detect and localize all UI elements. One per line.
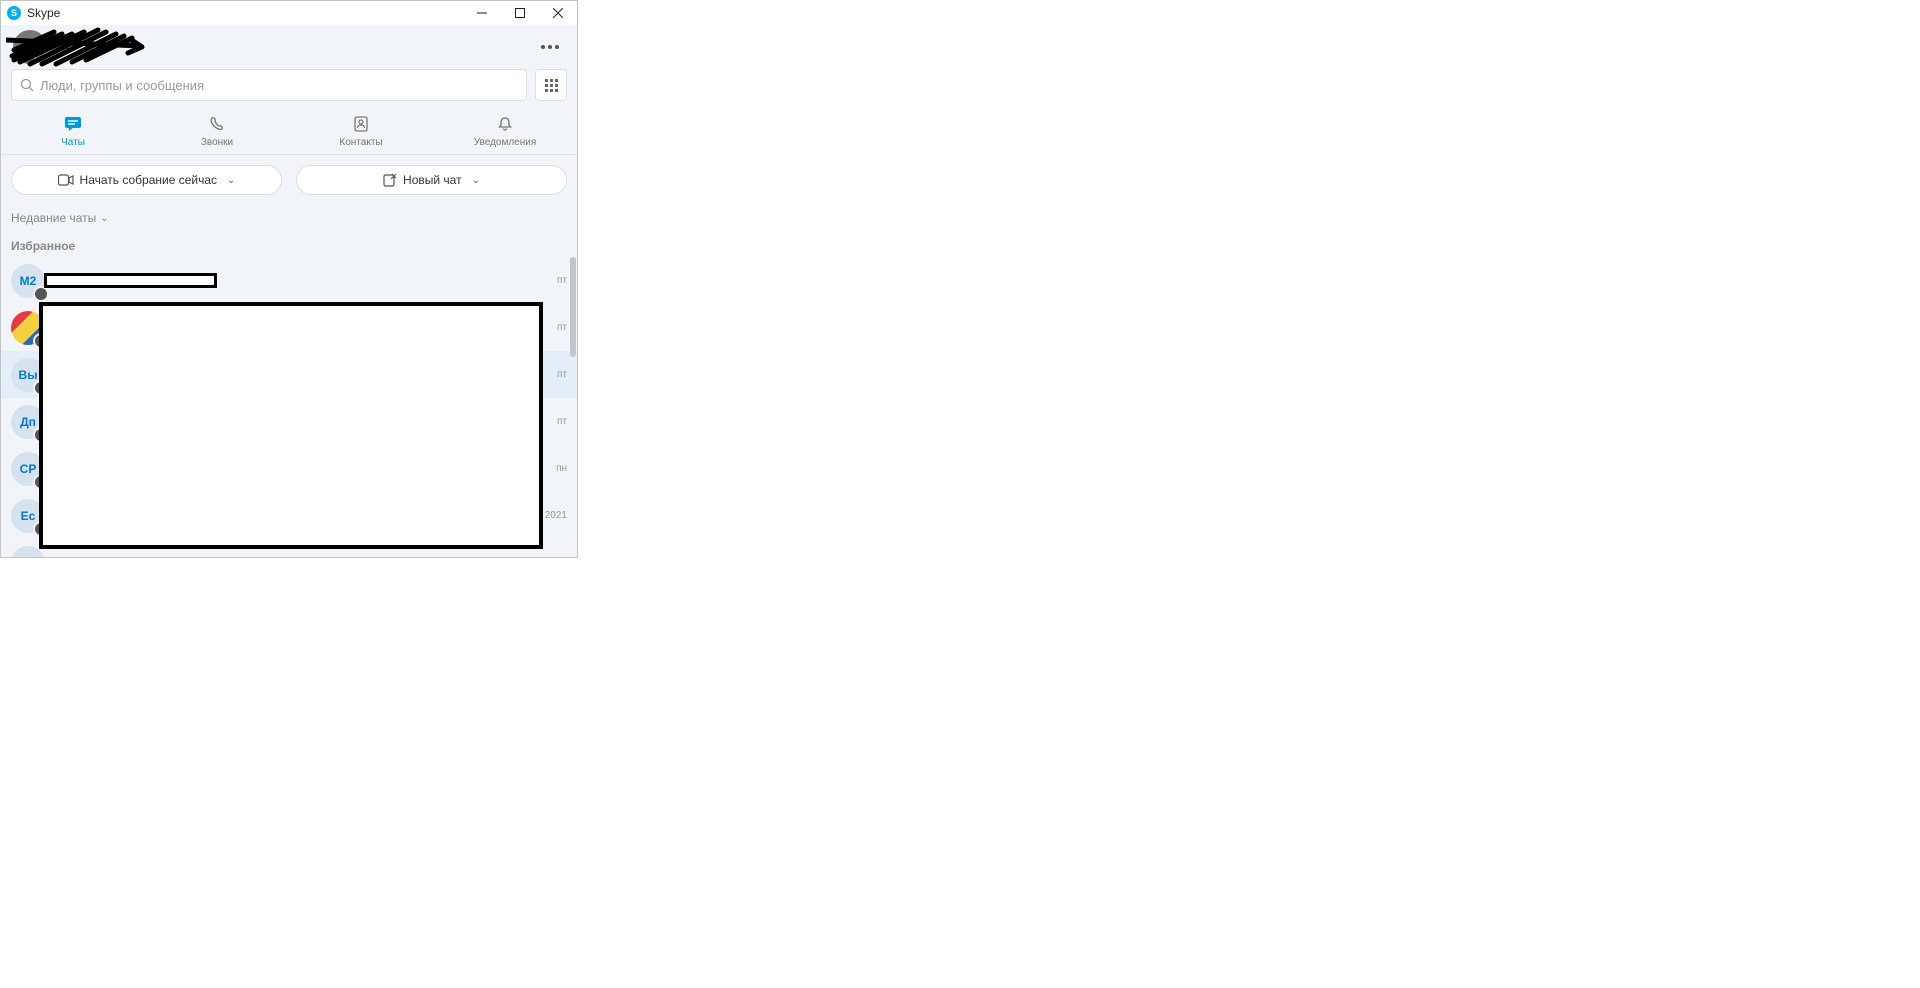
profile-header: 00 [1,25,577,69]
tab-notifications[interactable]: Уведомления [433,107,577,154]
more-options-button[interactable] [535,39,565,55]
meet-now-label: Начать собрание сейчас [80,173,218,187]
chat-time: пт [533,322,567,333]
chat-item[interactable]: Вы пт [1,351,577,398]
search-row [1,69,577,107]
chat-item[interactable]: пт [1,304,577,351]
chat-name: Монтаж 2.0 [55,273,527,288]
chevron-down-icon: ⌄ [472,175,480,186]
window-minimize-button[interactable] [463,1,501,25]
chat-item[interactable]: Дп пт [1,398,577,445]
chats-icon [64,115,82,133]
dots-icon [541,45,545,49]
dialpad-icon [545,79,558,92]
meet-now-button[interactable]: Начать собрание сейчас ⌄ [11,165,282,195]
nav-tabs: Чаты Звонки Контакты Уведомления [1,107,577,155]
chat-avatar [11,311,45,345]
calls-icon [209,115,225,133]
recent-chats-label: Недавние чаты [11,211,96,225]
compose-icon [383,173,397,187]
chat-item[interactable]: СР пн [1,445,577,492]
tab-contacts[interactable]: Контакты [289,107,433,154]
search-input[interactable] [40,78,518,93]
skype-window: S Skype 00 [0,0,578,558]
chevron-down-icon: ⌄ [100,213,108,224]
notifications-icon [497,115,513,133]
search-box[interactable] [11,69,527,101]
chat-item[interactable]: Ес 2021 [1,492,577,539]
chat-time: пт [533,416,567,427]
tab-calls-label: Звонки [201,137,233,148]
search-icon [20,78,34,92]
chat-avatar: Дп [11,405,45,439]
tab-contacts-label: Контакты [339,137,382,148]
new-chat-label: Новый чат [403,173,462,187]
my-avatar[interactable] [13,30,47,64]
chat-avatar: М2 [11,264,45,298]
app-title: Skype [27,6,60,20]
chevron-down-icon: ⌄ [227,175,235,186]
skype-logo-icon: S [7,6,21,20]
video-icon [58,174,74,186]
chat-time: 2021 [533,510,567,521]
favorites-header: Избранное [1,231,577,257]
chat-list[interactable]: М2 Монтаж 2.0 пт пт Вы пт Дп пт СР пн Ес 2021 CS2021 [1,257,577,557]
chat-avatar: СР [11,452,45,486]
tab-calls[interactable]: Звонки [145,107,289,154]
close-icon [553,8,563,18]
dialpad-button[interactable] [535,69,567,101]
window-close-button[interactable] [539,1,577,25]
chat-avatar: Вы [11,358,45,392]
chat-time: пт [533,369,567,380]
recent-chats-header[interactable]: Недавние чаты ⌄ [1,205,577,231]
chat-item[interactable]: М2 Монтаж 2.0 пт [1,257,577,304]
new-chat-button[interactable]: Новый чат ⌄ [296,165,567,195]
chat-body: Монтаж 2.0 [55,273,527,288]
minimize-icon [477,8,487,18]
chat-list-wrap: М2 Монтаж 2.0 пт пт Вы пт Дп пт СР пн Ес 2021 CS2021 [1,257,577,557]
action-row: Начать собрание сейчас ⌄ Новый чат ⌄ [1,155,577,205]
titlebar: S Skype [1,1,577,25]
scrollbar[interactable] [570,257,576,357]
tab-notifications-label: Уведомления [474,137,537,148]
chat-time: пт [533,275,567,286]
tab-chats-label: Чаты [61,137,85,148]
chat-avatar: CS [11,546,45,558]
chat-time: пн [533,463,567,474]
window-maximize-button[interactable] [501,1,539,25]
contacts-icon [353,115,369,133]
maximize-icon [515,8,525,18]
chat-item[interactable]: CS2021 [1,539,577,557]
chat-avatar: Ес [11,499,45,533]
skype-credit: 00 [55,40,68,54]
tab-chats[interactable]: Чаты [1,107,145,154]
